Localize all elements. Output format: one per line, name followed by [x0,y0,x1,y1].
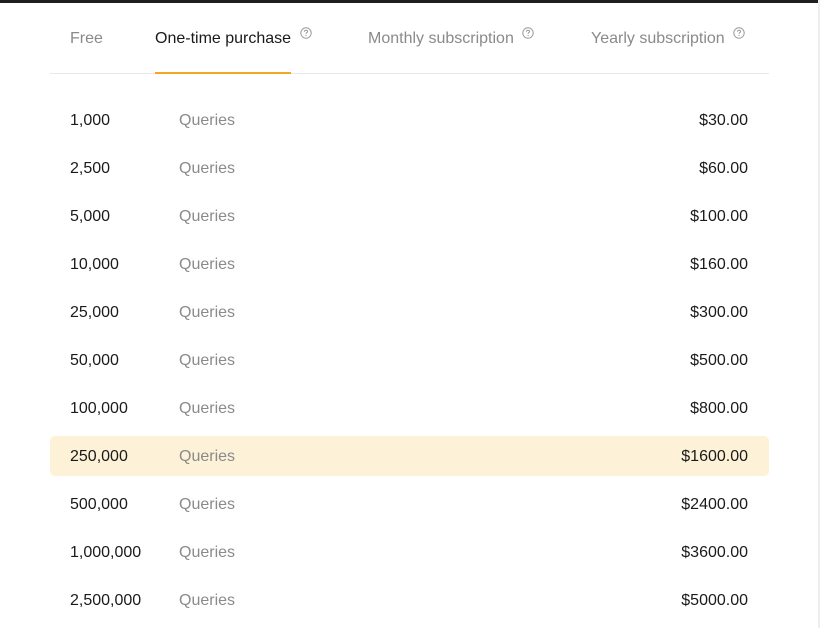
query-amount: 5,000 [70,208,111,225]
tab-free[interactable]: Free [70,0,103,73]
question-circle-icon[interactable] [522,27,534,39]
pricing-row[interactable]: 50,000 Queries $500.00 [50,340,769,380]
query-amount: 1,000 [70,112,111,129]
query-unit: Queries [179,448,236,465]
pricing-row[interactable]: 1,000 Queries $30.00 [50,100,769,140]
price: $3600.00 [681,544,748,561]
price: $300.00 [690,304,748,321]
query-amount: 50,000 [70,352,119,369]
tab-free-label: Free [70,30,103,47]
query-unit: Queries [179,400,236,417]
tab-yearly-subscription[interactable]: Yearly subscription [591,0,727,73]
price: $5000.00 [681,592,748,609]
query-unit: Queries [179,304,236,321]
pricing-row[interactable]: 2,500 Queries $60.00 [50,148,769,188]
query-unit: Queries [179,256,236,273]
pricing-list: 1,000 Queries $30.00 2,500 Queries $60.0… [50,100,769,628]
query-amount: 1,000,000 [70,544,142,561]
query-amount: 2,500,000 [70,592,142,609]
price: $500.00 [690,352,748,369]
pricing-row[interactable]: 5,000 Queries $100.00 [50,196,769,236]
pricing-row[interactable]: 1,000,000 Queries $3600.00 [50,532,769,572]
query-unit: Queries [179,592,236,609]
price: $30.00 [699,112,748,129]
query-amount: 2,500 [70,160,111,177]
price: $1600.00 [681,448,748,465]
pricing-row[interactable]: 100,000 Queries $800.00 [50,388,769,428]
price: $160.00 [690,256,748,273]
price: $2400.00 [681,496,748,513]
tab-yearly-subscription-label: Yearly subscription [591,30,725,47]
pricing-row-selected[interactable]: 250,000 Queries $1600.00 [50,436,769,476]
pricing-row[interactable]: 500,000 Queries $2400.00 [50,484,769,524]
tab-one-time-purchase[interactable]: One-time purchase [155,0,292,74]
query-amount: 10,000 [70,256,119,273]
pricing-tabs: Free One-time purchase Monthly subscript… [50,0,769,74]
price: $100.00 [690,208,748,225]
query-amount: 25,000 [70,304,119,321]
pricing-row[interactable]: 25,000 Queries $300.00 [50,292,769,332]
query-amount: 500,000 [70,496,128,513]
pricing-row[interactable]: 2,500,000 Queries $5000.00 [50,580,769,620]
query-unit: Queries [179,208,236,225]
query-amount: 250,000 [70,448,128,465]
tab-monthly-subscription-label: Monthly subscription [368,30,514,47]
query-unit: Queries [179,352,236,369]
tab-one-time-purchase-label: One-time purchase [155,30,292,47]
price: $800.00 [690,400,748,417]
price: $60.00 [699,160,748,177]
query-unit: Queries [179,544,236,561]
tab-monthly-subscription[interactable]: Monthly subscription [368,0,515,73]
question-circle-icon[interactable] [300,27,312,39]
query-unit: Queries [179,496,236,513]
query-amount: 100,000 [70,400,128,417]
query-unit: Queries [179,160,236,177]
active-tab-indicator [155,72,291,74]
pricing-row[interactable]: 10,000 Queries $160.00 [50,244,769,284]
question-circle-icon[interactable] [733,27,745,39]
query-unit: Queries [179,112,236,129]
